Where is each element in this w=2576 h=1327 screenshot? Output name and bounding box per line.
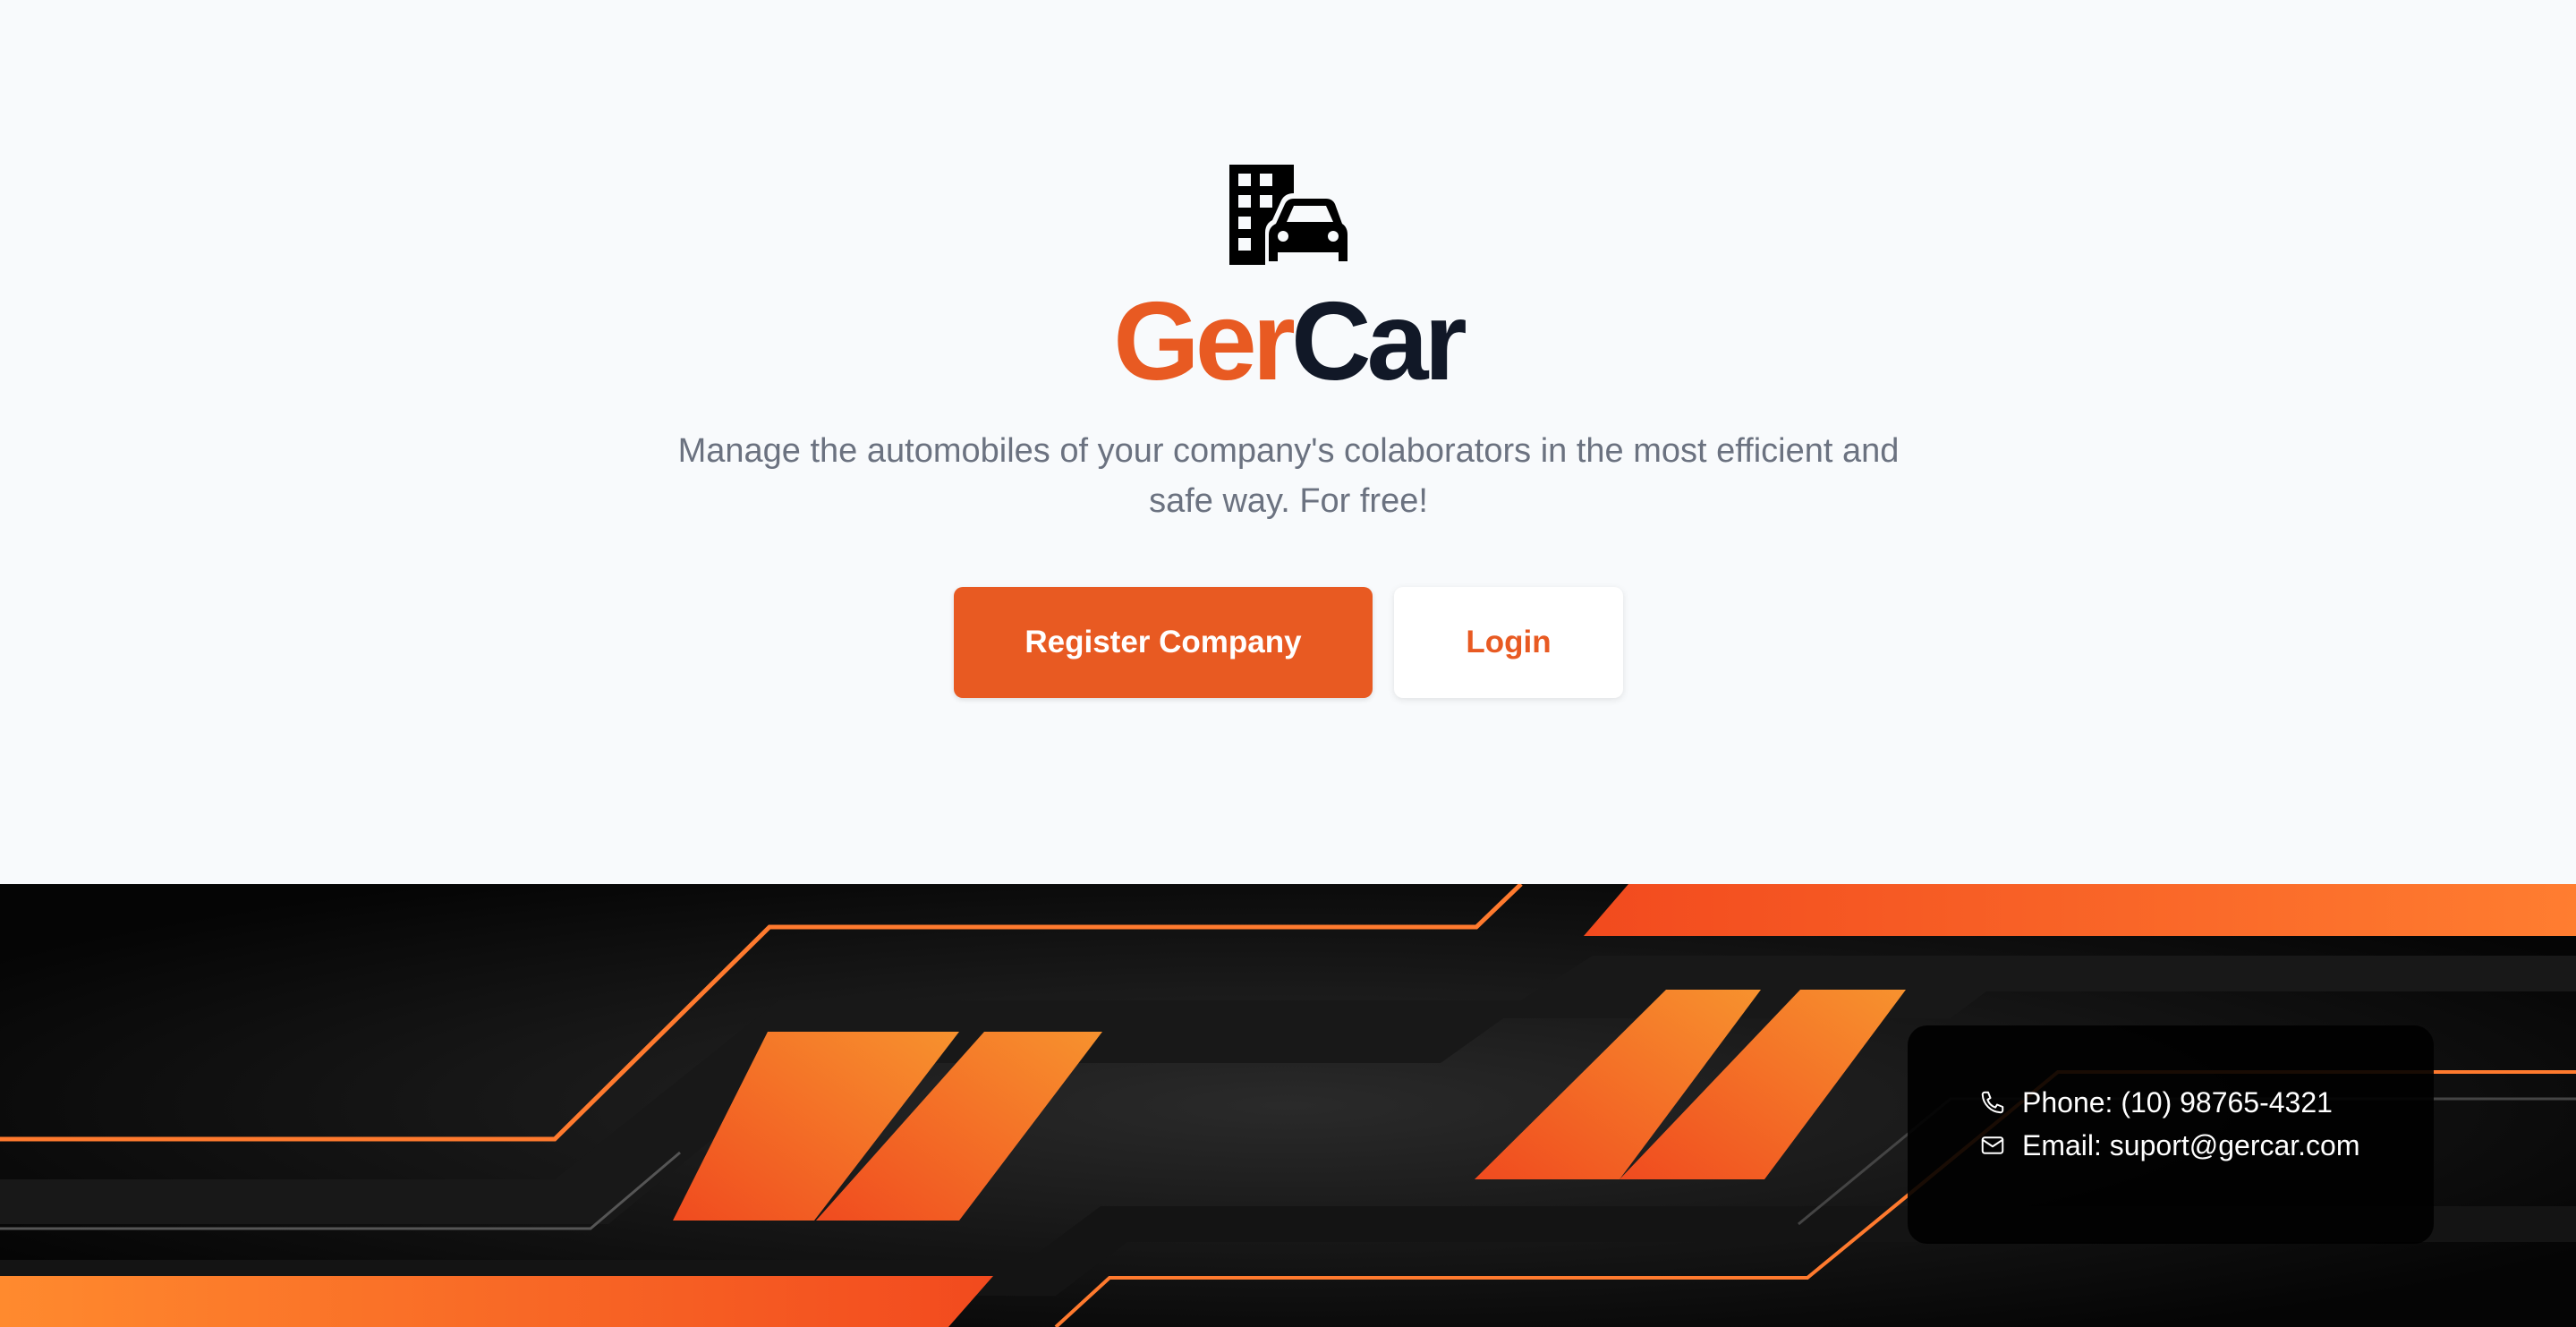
brand-name-part1: Ger xyxy=(1113,280,1296,404)
register-company-button[interactable]: Register Company xyxy=(954,587,1373,698)
brand-name-part2: Car xyxy=(1290,280,1467,404)
contact-phone-text: Phone: (10) 98765-4321 xyxy=(2022,1085,2333,1119)
footer: Phone: (10) 98765-4321 Email: suport@ger… xyxy=(0,884,2576,1327)
login-button[interactable]: Login xyxy=(1394,587,1623,698)
hero-section: GerCar Manage the automobiles of your co… xyxy=(0,0,2576,884)
phone-icon xyxy=(1981,1091,2004,1114)
hero-tagline: Manage the automobiles of your company's… xyxy=(677,432,1900,520)
contact-email-text[interactable]: Email: suport@gercar.com xyxy=(2022,1129,2360,1162)
brand-title: GerCar xyxy=(0,279,2576,404)
building-car-icon xyxy=(1229,165,1348,265)
contact-phone: Phone: (10) 98765-4321 xyxy=(1979,1083,2333,1122)
mail-icon xyxy=(1981,1136,2004,1154)
contact-email: Email: suport@gercar.com xyxy=(1979,1126,2360,1165)
contact-card: Phone: (10) 98765-4321 Email: suport@ger… xyxy=(1908,1025,2434,1244)
